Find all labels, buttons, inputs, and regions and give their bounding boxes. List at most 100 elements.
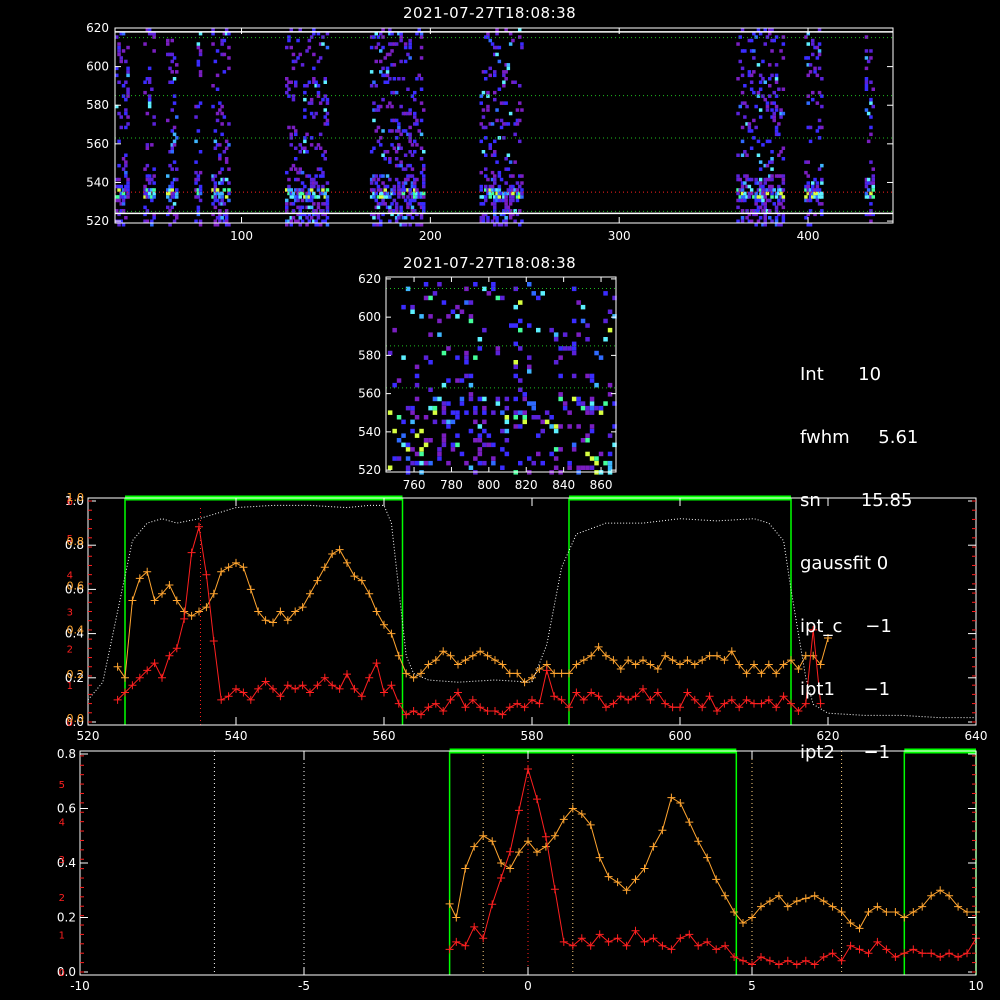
heatmap-cell	[585, 465, 590, 470]
heatmap-cell	[576, 465, 581, 470]
heatmap-cell	[423, 295, 429, 301]
heatmap-cell	[781, 216, 786, 220]
heatmap-cell	[126, 181, 130, 185]
heatmap-cell	[761, 59, 765, 64]
heatmap-cell	[224, 177, 229, 182]
heatmap-cell	[864, 49, 869, 53]
heatmap-cell	[419, 87, 424, 91]
heatmap-cell	[309, 143, 314, 147]
heatmap-cell	[763, 195, 767, 199]
heatmap-cell	[749, 219, 754, 223]
heatmap-cell	[124, 108, 128, 112]
heatmap-cell	[758, 167, 763, 171]
heatmap-cell	[603, 318, 608, 324]
heatmap-cell	[763, 219, 767, 223]
heatmap-cell	[464, 460, 469, 466]
y-red-tick-label: 1	[59, 930, 65, 941]
heatmap-cell	[490, 184, 495, 189]
data-marker	[873, 902, 882, 911]
heatmap-cell	[763, 80, 767, 84]
heatmap-cell	[781, 188, 786, 192]
heatmap-cell	[323, 191, 327, 196]
heatmap-cell	[598, 451, 604, 457]
heatmap-cell	[126, 87, 130, 91]
heatmap-cell	[473, 355, 478, 360]
heatmap-cell	[224, 209, 229, 213]
heatmap-cell	[806, 94, 810, 98]
heatmap-cell	[222, 52, 227, 57]
heatmap-cell	[224, 157, 229, 161]
heatmap-cell	[437, 447, 442, 452]
heatmap-cell	[772, 118, 776, 123]
heatmap-cell	[441, 300, 447, 305]
heatmap-cell	[381, 129, 385, 133]
heatmap-cell	[441, 438, 447, 443]
heatmap-cell	[781, 157, 786, 161]
heatmap-cell	[166, 118, 170, 123]
heatmap-cell	[536, 327, 541, 333]
heatmap-cell	[309, 198, 314, 203]
heatmap-cell	[309, 111, 314, 116]
heatmap-cell	[390, 49, 394, 53]
data-marker	[506, 847, 515, 856]
heatmap-cell	[820, 181, 824, 185]
heatmap-cell	[227, 66, 231, 71]
heatmap-cell	[305, 132, 309, 137]
heatmap-cell	[589, 465, 595, 470]
heatmap-cell	[752, 56, 756, 60]
heatmap-cell	[287, 38, 291, 43]
heatmap-cell	[736, 153, 740, 157]
heatmap-cell	[477, 447, 483, 452]
heatmap-cell	[520, 108, 524, 112]
data-marker	[936, 886, 945, 895]
data-marker	[224, 563, 233, 572]
heatmap-cell	[536, 295, 541, 301]
heatmap-cell	[419, 428, 424, 434]
heatmap-cell	[305, 49, 309, 53]
heatmap-cell	[422, 163, 426, 168]
heatmap-cell	[815, 73, 820, 78]
heatmap-cell	[553, 428, 559, 434]
heatmap-cell	[437, 282, 442, 287]
heatmap-cell	[323, 77, 327, 81]
heatmap-cell	[325, 45, 330, 50]
heatmap-cell	[423, 415, 429, 420]
heatmap-cell	[147, 97, 152, 102]
heatmap-cell	[152, 122, 156, 126]
y-tick-label: 620	[86, 21, 109, 35]
heatmap-cell	[515, 108, 520, 112]
heatmap-cell	[473, 438, 478, 443]
data-marker	[705, 692, 714, 701]
heatmap-cell	[405, 447, 411, 452]
heatmap-cell	[170, 181, 174, 185]
heatmap-cell	[410, 174, 415, 178]
heatmap-cell	[817, 42, 822, 46]
heatmap-cell	[296, 219, 300, 223]
heatmap-cell	[869, 125, 873, 130]
heatmap-cell	[531, 291, 536, 296]
heatmap-cell	[403, 167, 408, 171]
heatmap-cell	[779, 223, 783, 227]
heatmap-cell	[864, 56, 869, 60]
heatmap-cell	[318, 223, 323, 227]
heatmap-cell	[218, 209, 222, 213]
heatmap-cell	[500, 410, 505, 415]
heatmap-cell	[408, 202, 412, 206]
heatmap-cell	[213, 59, 218, 64]
heatmap-cell	[432, 419, 438, 425]
data-marker	[685, 818, 694, 827]
heatmap-cell	[504, 216, 508, 220]
heatmap-cell	[484, 198, 488, 203]
data-marker	[954, 953, 963, 961]
heatmap-cell	[752, 49, 756, 53]
data-marker	[491, 707, 499, 715]
heatmap-cell	[381, 97, 385, 102]
data-marker	[209, 589, 218, 598]
heatmap-cell	[594, 405, 599, 411]
heatmap-cell	[820, 77, 824, 81]
x-tick-label: 100	[230, 229, 253, 243]
heatmap-cell	[754, 191, 758, 196]
heatmap-cell	[765, 101, 770, 105]
heatmap-cell	[414, 415, 420, 420]
heatmap-cell	[603, 460, 608, 466]
